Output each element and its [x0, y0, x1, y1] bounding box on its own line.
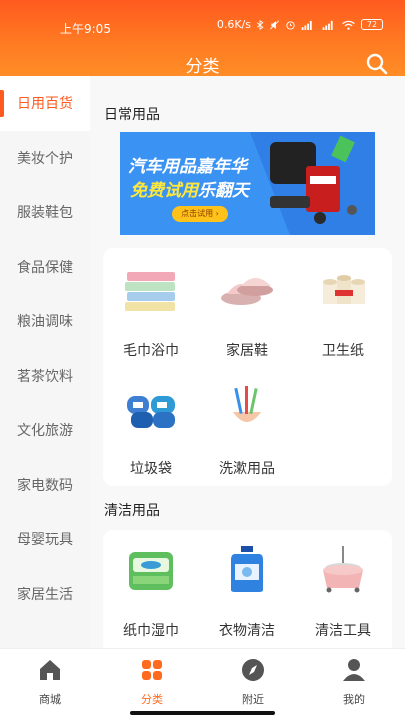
sidebar-item-label: 文化旅游 — [17, 423, 73, 440]
tissue-roll-icon — [323, 275, 365, 304]
category-label: 清洁工具 — [315, 623, 371, 639]
sidebar-item-grain-oil[interactable]: 粮油调味 — [0, 294, 90, 349]
section-title: 清洁用品 — [104, 503, 160, 519]
category-item-wet-wipes[interactable]: 纸巾湿巾 — [103, 544, 199, 640]
trash-bag-icon — [127, 396, 175, 428]
sidebar-item-home-life[interactable]: 家居生活 — [0, 567, 90, 622]
sidebar-item-label: 家居生活 — [17, 586, 73, 603]
sidebar-item-baby-toys[interactable]: 母婴玩具 — [0, 512, 90, 567]
bottom-nav: 商城 分类 附近 我的 — [0, 648, 405, 720]
wet-wipes-icon — [129, 552, 173, 590]
category-item-slippers[interactable]: 家居鞋 — [199, 264, 295, 360]
network-speed: 0.6K/s — [216, 18, 251, 31]
alarm-icon — [286, 20, 295, 30]
nav-item-mall[interactable]: 商城 — [10, 657, 90, 707]
wifi-icon — [342, 20, 355, 30]
category-item-towel[interactable]: 毛巾浴巾 — [103, 264, 199, 360]
banner-cta-label: 点击试用 — [181, 209, 214, 218]
nav-label: 分类 — [141, 693, 163, 706]
category-item-cleaning-tools[interactable]: 清洁工具 — [295, 544, 391, 640]
banner-cta-button[interactable]: 点击试用 › — [172, 206, 228, 222]
sidebar-item-label: 家电数码 — [17, 477, 73, 494]
home-icon — [40, 660, 60, 680]
category-content: 日常用品 汽车用品嘉年华 免费试用乐翻天 点击试用 › 毛巾浴巾 家居鞋 卫生纸… — [90, 76, 405, 648]
sidebar-item-label: 母婴玩具 — [17, 532, 73, 549]
app-header: 上午9:05 0.6K/s 72 分类 — [0, 0, 405, 77]
category-label: 家居鞋 — [226, 343, 268, 359]
sidebar-item-apparel[interactable]: 服装鞋包 — [0, 185, 90, 240]
banner-subline-highlight: 免费试用 — [130, 181, 198, 201]
sidebar-item-label: 茗茶饮料 — [17, 368, 73, 385]
search-icon[interactable] — [365, 52, 389, 76]
category-icon — [142, 660, 162, 680]
category-sidebar: 日用百货 美妆个护 服装鞋包 食品保健 粮油调味 茗茶饮料 文化旅游 家电数码 … — [0, 76, 90, 648]
nav-label: 我的 — [343, 693, 365, 706]
category-label: 纸巾湿巾 — [123, 623, 179, 639]
sidebar-item-culture-travel[interactable]: 文化旅游 — [0, 403, 90, 458]
category-label: 衣物清洁 — [219, 623, 275, 639]
status-right: 0.6K/s 72 — [217, 18, 383, 31]
signal-icon — [301, 20, 312, 30]
sidebar-item-label: 美妆个护 — [17, 150, 73, 167]
sidebar-item-tea-drinks[interactable]: 茗茶饮料 — [0, 349, 90, 404]
banner-headline: 汽车用品嘉年华 — [128, 157, 247, 177]
category-label: 毛巾浴巾 — [123, 343, 179, 359]
category-item-laundry[interactable]: 衣物清洁 — [199, 544, 295, 640]
category-item-toilet-paper[interactable]: 卫生纸 — [295, 264, 391, 360]
sidebar-item-label: 粮油调味 — [17, 314, 73, 331]
category-item-toiletries[interactable]: 洗漱用品 — [199, 382, 295, 478]
category-card-cleaning: 纸巾湿巾 衣物清洁 清洁工具 — [103, 530, 392, 648]
banner-subline-rest: 乐翻天 — [198, 181, 249, 201]
mute-icon — [270, 20, 279, 29]
sidebar-item-beauty[interactable]: 美妆个护 — [0, 131, 90, 186]
battery-icon: 72 — [361, 19, 383, 30]
nav-item-category[interactable]: 分类 — [112, 657, 192, 707]
category-label: 垃圾袋 — [130, 461, 172, 477]
user-icon — [343, 659, 365, 681]
mop-bucket-icon — [323, 546, 363, 593]
status-time: 上午9:05 — [60, 22, 111, 36]
category-label: 卫生纸 — [322, 343, 364, 359]
sidebar-item-label: 日用百货 — [17, 96, 73, 113]
home-indicator[interactable] — [130, 711, 275, 715]
sidebar-item-electronics[interactable]: 家电数码 — [0, 458, 90, 513]
signal-icon-2 — [322, 20, 333, 30]
towel-icon — [125, 272, 175, 311]
nav-item-nearby[interactable]: 附近 — [213, 657, 293, 707]
bluetooth-icon — [256, 19, 264, 30]
category-card-daily: 毛巾浴巾 家居鞋 卫生纸 垃圾袋 洗漱用品 — [103, 248, 392, 486]
nav-label: 附近 — [242, 693, 264, 706]
status-bar: 上午9:05 0.6K/s 72 — [0, 0, 405, 40]
page-title: 分类 — [185, 57, 220, 77]
category-item-trash-bags[interactable]: 垃圾袋 — [103, 382, 199, 478]
banner-subline: 免费试用乐翻天 — [130, 176, 249, 201]
detergent-icon — [231, 546, 263, 592]
nav-item-profile[interactable]: 我的 — [314, 657, 394, 707]
sidebar-item-daily-goods[interactable]: 日用百货 — [0, 76, 90, 131]
promo-banner[interactable]: 汽车用品嘉年华 免费试用乐翻天 点击试用 › — [120, 132, 375, 235]
toothbrush-icon — [233, 386, 261, 422]
compass-icon — [242, 659, 264, 681]
sidebar-item-food[interactable]: 食品保健 — [0, 240, 90, 295]
sidebar-item-label: 食品保健 — [17, 259, 73, 276]
slipper-icon — [221, 278, 273, 305]
sidebar-item-label: 服装鞋包 — [17, 205, 73, 222]
section-title: 日常用品 — [104, 107, 160, 123]
category-label: 洗漱用品 — [219, 461, 275, 477]
nav-label: 商城 — [39, 693, 61, 706]
